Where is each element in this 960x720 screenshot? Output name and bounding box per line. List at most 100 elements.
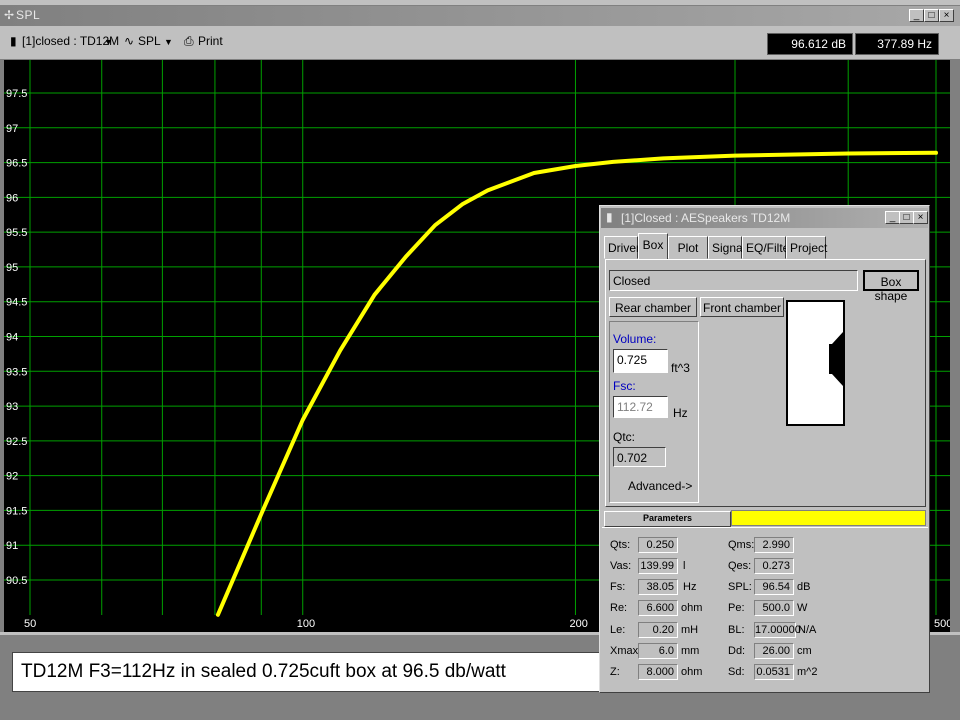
param-unit: ohm	[681, 666, 703, 678]
close-button[interactable]: ×	[939, 9, 954, 22]
param-unit: dB	[797, 581, 811, 593]
param-value: 500.0	[754, 600, 794, 616]
box-shape-button[interactable]: Box shape	[863, 270, 919, 303]
y-tick-label: 92	[6, 471, 18, 483]
param-value: 17.00000	[754, 622, 801, 638]
param-value: 26.00	[754, 643, 794, 659]
dialog-driver-icon: ▮	[606, 210, 613, 224]
param-label: Fs:	[610, 581, 626, 593]
param-label: SPL:	[728, 581, 752, 593]
param-label: Pe:	[728, 602, 745, 614]
x-tick-label: 100	[297, 618, 315, 630]
param-value: 6.600	[638, 600, 678, 616]
x-tick-label: 500	[934, 618, 950, 630]
param-value: 6.0	[638, 643, 678, 659]
rear-chamber-button[interactable]: Rear chamber	[609, 297, 697, 317]
toolbar: ▮ [1]closed : TD12M ▼ ∿ SPL ▼ ⎙ Print 96…	[0, 26, 960, 60]
tab-driver[interactable]: Driver	[604, 236, 640, 259]
y-tick-label: 97.5	[6, 88, 27, 100]
y-tick-label: 97	[6, 123, 18, 135]
hz-readout: 377.89 Hz	[855, 33, 939, 55]
app-icon: ✢	[4, 8, 15, 22]
tab-project[interactable]: Project	[786, 236, 827, 259]
param-value: 0.250	[638, 537, 678, 553]
wave-icon: ∿	[124, 34, 135, 48]
param-unit: N/A	[798, 624, 817, 636]
param-label: BL:	[728, 624, 745, 636]
param-label: Qes:	[728, 560, 752, 572]
volume-label: Volume:	[613, 332, 657, 346]
y-tick-label: 91	[6, 540, 18, 552]
tab-signal[interactable]: Signal	[708, 236, 745, 259]
graph-dropdown-icon[interactable]: ▼	[164, 37, 173, 47]
tab-plot[interactable]: Plot	[668, 236, 708, 259]
param-label: Le:	[610, 624, 626, 636]
param-unit: mm	[681, 645, 700, 657]
driver-icon: ▮	[10, 34, 17, 48]
print-button[interactable]: Print	[198, 34, 223, 48]
param-label: Xmax:	[610, 645, 642, 657]
volume-input[interactable]: 0.725	[613, 349, 668, 373]
fsc-input[interactable]: 112.72	[613, 396, 668, 418]
maximize-button[interactable]: □	[924, 9, 939, 22]
minimize-button[interactable]: _	[909, 9, 924, 22]
box-type-field[interactable]: Closed	[609, 270, 858, 291]
x-tick-label: 50	[24, 618, 36, 630]
y-tick-label: 96.5	[6, 158, 27, 170]
spl-window-titlebar[interactable]: ✢ SPL _ □ ×	[0, 6, 960, 26]
param-label: Qms:	[728, 539, 755, 551]
db-readout: 96.612 dB	[767, 33, 853, 55]
fsc-label: Fsc:	[613, 379, 636, 393]
param-unit: m^2	[797, 666, 818, 678]
x-tick-label: 200	[569, 618, 587, 630]
parameters-indicator-bar	[731, 510, 926, 526]
param-unit: ohm	[681, 602, 703, 614]
y-tick-label: 93	[6, 401, 18, 413]
y-tick-label: 96	[6, 192, 18, 204]
front-chamber-button[interactable]: Front chamber	[700, 297, 784, 317]
parameters-header[interactable]: Parameters	[604, 511, 731, 527]
qtc-label: Qtc:	[613, 430, 636, 444]
dialog-close-button[interactable]: ×	[913, 211, 928, 224]
y-tick-label: 91.5	[6, 505, 27, 517]
param-unit: Hz	[683, 581, 697, 593]
qtc-value: 0.702	[613, 447, 666, 467]
param-value: 0.0531	[754, 664, 794, 680]
y-tick-label: 93.5	[6, 366, 27, 378]
driver-dropdown-icon[interactable]: ▼	[104, 37, 113, 47]
param-value: 139.99	[638, 558, 678, 574]
param-label: Vas:	[610, 560, 632, 572]
printer-icon: ⎙	[184, 34, 194, 48]
y-tick-label: 90.5	[6, 575, 27, 587]
y-tick-label: 94.5	[6, 297, 27, 309]
dialog-maximize-button[interactable]: □	[899, 211, 914, 224]
param-label: Qts:	[610, 539, 631, 551]
window-title: SPL	[16, 8, 41, 22]
dialog-title: [1]Closed : AESpeakers TD12M	[621, 211, 791, 225]
speaker-icon	[829, 332, 843, 386]
param-unit: mH	[681, 624, 699, 636]
tab-box[interactable]: Box	[638, 233, 668, 260]
y-tick-label: 92.5	[6, 436, 27, 448]
dialog-titlebar[interactable]: ▮ [1]Closed : AESpeakers TD12M _ □ ×	[601, 208, 928, 228]
param-value: 8.000	[638, 664, 678, 680]
tab-eq-filter[interactable]: EQ/Filter	[742, 236, 793, 259]
param-value: 96.54	[754, 579, 794, 595]
param-unit: cm	[797, 645, 812, 657]
graph-selector[interactable]: SPL	[138, 34, 161, 48]
fsc-unit: Hz	[673, 406, 688, 420]
param-label: Z:	[610, 666, 620, 678]
param-value: 0.20	[638, 622, 678, 638]
y-tick-label: 94	[6, 332, 18, 344]
y-tick-label: 95.5	[6, 227, 27, 239]
param-label: Dd:	[728, 645, 746, 657]
param-value: 0.273	[754, 558, 794, 574]
param-unit: l	[683, 560, 686, 572]
volume-unit: ft^3	[671, 361, 690, 375]
caption-box: TD12M F3=112Hz in sealed 0.725cuft box a…	[12, 652, 600, 692]
param-value: 2.990	[754, 537, 794, 553]
advanced-button[interactable]: Advanced->	[628, 479, 692, 493]
param-label: Sd:	[728, 666, 745, 678]
dialog-minimize-button[interactable]: _	[885, 211, 900, 224]
box-shape-preview	[786, 300, 845, 426]
